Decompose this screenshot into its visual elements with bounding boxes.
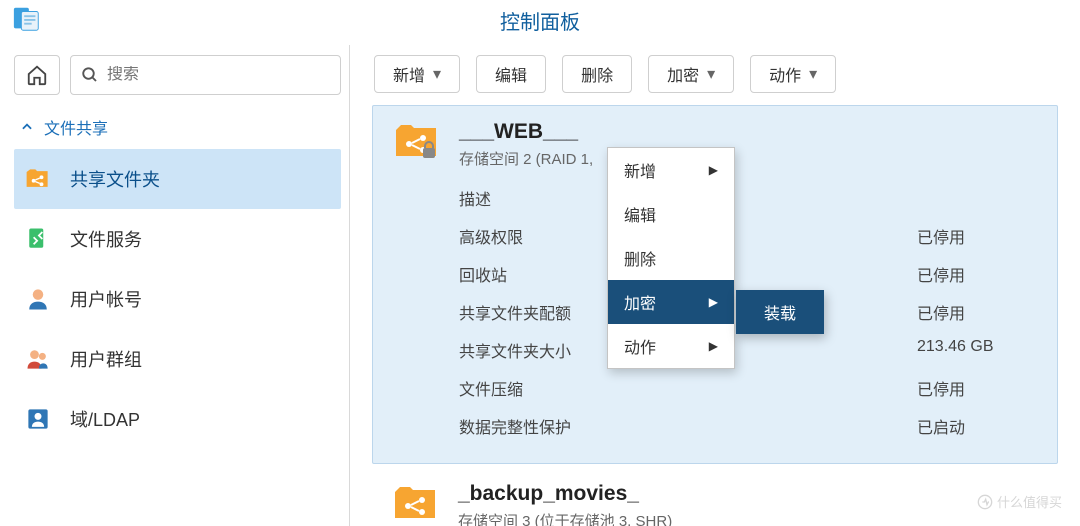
content-pane: 新增▾编辑删除加密▾动作▾ ___WEB___存储空间 2 (RAID 1,描述… (350, 45, 1080, 526)
sidebar-item-group[interactable]: 用户群组 (14, 329, 341, 389)
sidebar-item-label: 共享文件夹 (70, 166, 160, 192)
chevron-right-icon: ▶ (709, 163, 718, 177)
context-menu-item[interactable]: 加密▶ (608, 280, 734, 324)
context-menu-item[interactable]: 动作▶ (608, 324, 734, 368)
chevron-up-icon (20, 120, 34, 134)
caret-down-icon: ▾ (433, 64, 441, 84)
folder-property-row: 数据完整性保护已启动 (459, 407, 1037, 445)
ldap-icon (24, 405, 52, 433)
sidebar-item-label: 用户帐号 (70, 286, 142, 312)
context-menu-item[interactable]: 新增▶ (608, 148, 734, 192)
home-button[interactable] (14, 55, 60, 95)
chevron-right-icon: ▶ (709, 295, 718, 309)
sidebar-item-user[interactable]: 用户帐号 (14, 269, 341, 329)
folder-name: _backup_movies_ (458, 482, 1038, 506)
share-folder-icon (24, 165, 52, 193)
sidebar-item-label: 用户群组 (70, 346, 142, 372)
folder-property-row: 文件压缩已停用 (459, 369, 1037, 407)
search-input[interactable] (107, 66, 330, 84)
folder-subtitle: 存储空间 2 (RAID 1, (459, 148, 1037, 169)
user-icon (24, 285, 52, 313)
folder-subtitle: 存储空间 3 (位于存储池 3, SHR) (458, 510, 1038, 526)
context-menu-item[interactable]: 编辑 (608, 192, 734, 236)
search-box[interactable] (70, 55, 341, 95)
watermark: 什么值得买 (977, 492, 1062, 511)
context-submenu-mount[interactable]: 装载 (736, 290, 824, 334)
app-icon (12, 4, 42, 34)
window-title: 控制面板 (0, 0, 1080, 45)
sidebar-item-file-service[interactable]: 文件服务 (14, 209, 341, 269)
toolbar: 新增▾ 编辑删除加密▾ 动作▾ (350, 55, 1080, 105)
chevron-right-icon: ▶ (709, 339, 718, 353)
folder-property-row: 共享文件夹大小213.46 GB (459, 331, 1037, 369)
toolbar-加密-button[interactable]: 加密▾ (648, 55, 734, 93)
folder-name: ___WEB___ (459, 120, 1037, 144)
context-menu-item[interactable]: 删除 (608, 236, 734, 280)
folder-icon (393, 120, 441, 164)
sidebar-item-ldap[interactable]: 域/LDAP (14, 389, 341, 449)
folder-property-row: 高级权限已停用 (459, 217, 1037, 255)
section-toggle-file-sharing[interactable]: 文件共享 (14, 109, 341, 149)
home-icon (26, 64, 48, 86)
folder-property-row: 描述 (459, 179, 1037, 217)
caret-down-icon: ▾ (707, 64, 715, 84)
caret-down-icon: ▾ (809, 64, 817, 84)
toolbar-删除-button[interactable]: 删除 (562, 55, 632, 93)
sidebar-item-label: 域/LDAP (70, 406, 140, 432)
toolbar-编辑-button[interactable]: 编辑 (476, 55, 546, 93)
toolbar-动作-button[interactable]: 动作▾ (750, 55, 836, 93)
sidebar-item-share-folder[interactable]: 共享文件夹 (14, 149, 341, 209)
folder-icon (392, 482, 440, 526)
sidebar-item-label: 文件服务 (70, 226, 142, 252)
sidebar: 文件共享 共享文件夹文件服务用户帐号用户群组域/LDAP (0, 45, 350, 526)
folder-card[interactable]: _backup_movies_ 存储空间 3 (位于存储池 3, SHR) (372, 464, 1058, 526)
toolbar-新增-button[interactable]: 新增▾ (374, 55, 460, 93)
folder-property-row: 回收站已停用 (459, 255, 1037, 293)
search-icon (81, 66, 99, 84)
file-service-icon (24, 225, 52, 253)
context-menu: 新增▶编辑删除加密▶动作▶ (607, 147, 735, 369)
group-icon (24, 345, 52, 373)
